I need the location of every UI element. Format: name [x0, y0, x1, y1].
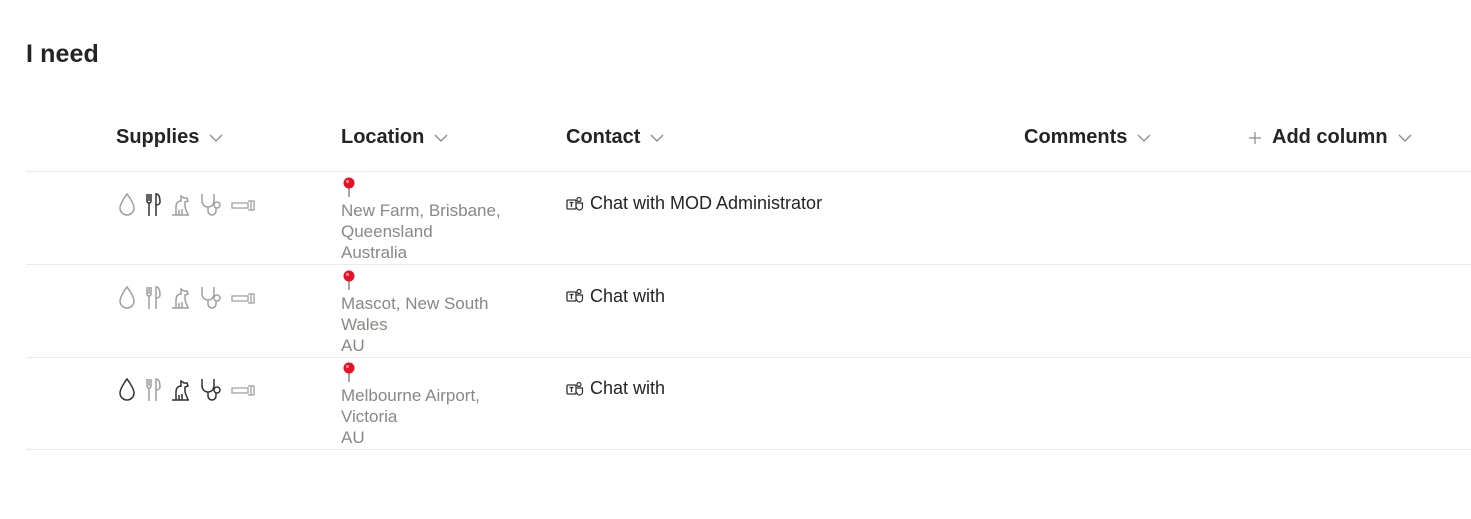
column-header-location[interactable]: Location — [341, 126, 449, 149]
location-cell: Mascot, New South Wales AU — [341, 269, 531, 356]
chat-link-label: Chat with MOD Administrator — [590, 193, 823, 213]
flashlight-icon — [230, 285, 258, 316]
utensils-icon — [142, 285, 164, 316]
column-header-label: Comments — [1024, 126, 1128, 148]
location-line: New Farm, Brisbane, — [341, 201, 501, 220]
location-line: Mascot, New South — [341, 293, 489, 313]
dog-icon — [168, 192, 194, 223]
table-row[interactable]: New Farm, Brisbane, Queensland Australia Ch… — [26, 172, 1471, 265]
table-row[interactable]: Melbourne Airport, Victoria AU Chat with — [26, 357, 1471, 450]
map-pin-icon — [343, 270, 355, 290]
supplies-cell — [116, 192, 262, 223]
chevron-down-icon — [434, 134, 448, 142]
add-column-button[interactable]: Add column — [1248, 126, 1413, 149]
teams-icon — [566, 381, 584, 396]
water-drop-icon — [116, 192, 138, 223]
map-pin-icon — [343, 362, 355, 382]
location-line: AU — [341, 335, 365, 355]
teams-icon — [566, 196, 584, 211]
utensils-icon — [142, 377, 164, 408]
add-column-label: Add column — [1272, 126, 1388, 148]
location-line: Queensland — [341, 222, 433, 241]
stethoscope-icon — [198, 377, 226, 408]
page-title: I need — [26, 40, 99, 68]
stethoscope-icon — [198, 192, 226, 223]
chevron-down-icon — [650, 134, 664, 142]
location-line: Victoria — [341, 407, 398, 426]
column-header-supplies[interactable]: Supplies — [116, 126, 224, 149]
column-header-row: Supplies Location Contact Comments Add c… — [26, 106, 1471, 172]
supplies-cell — [116, 377, 262, 408]
column-header-label: Contact — [566, 126, 641, 148]
location-line: AU — [341, 428, 365, 447]
chat-link[interactable]: Chat with MOD Administrator — [566, 193, 822, 214]
water-drop-icon — [116, 377, 138, 408]
flashlight-icon — [230, 377, 258, 408]
plus-icon — [1249, 131, 1261, 144]
location-line: Melbourne Airport, — [341, 386, 480, 405]
dog-icon — [168, 377, 194, 408]
location-line: Wales — [341, 314, 388, 334]
chat-link[interactable]: Chat with — [566, 378, 665, 399]
location-cell: New Farm, Brisbane, Queensland Australia — [341, 176, 531, 263]
supplies-cell — [116, 285, 262, 316]
chevron-down-icon — [1137, 134, 1151, 142]
column-header-label: Supplies — [116, 126, 200, 148]
map-pin-icon — [343, 177, 355, 197]
chevron-down-icon — [209, 134, 223, 142]
chat-link-label: Chat with — [590, 378, 666, 398]
location-cell: Melbourne Airport, Victoria AU — [341, 361, 531, 448]
column-header-label: Location — [341, 126, 425, 148]
column-header-comments[interactable]: Comments — [1024, 126, 1152, 149]
teams-icon — [566, 288, 584, 303]
stethoscope-icon — [198, 285, 226, 316]
chevron-down-icon — [1398, 134, 1412, 142]
location-line: Australia — [341, 243, 408, 262]
flashlight-icon — [230, 192, 258, 223]
utensils-icon — [142, 192, 164, 223]
table-row[interactable]: Mascot, New South Wales AU Chat with — [26, 265, 1471, 358]
chat-link-label: Chat with — [590, 285, 666, 306]
chat-link[interactable]: Chat with — [566, 286, 665, 307]
water-drop-icon — [116, 285, 138, 316]
column-header-contact[interactable]: Contact — [566, 126, 665, 149]
dog-icon — [168, 285, 194, 316]
